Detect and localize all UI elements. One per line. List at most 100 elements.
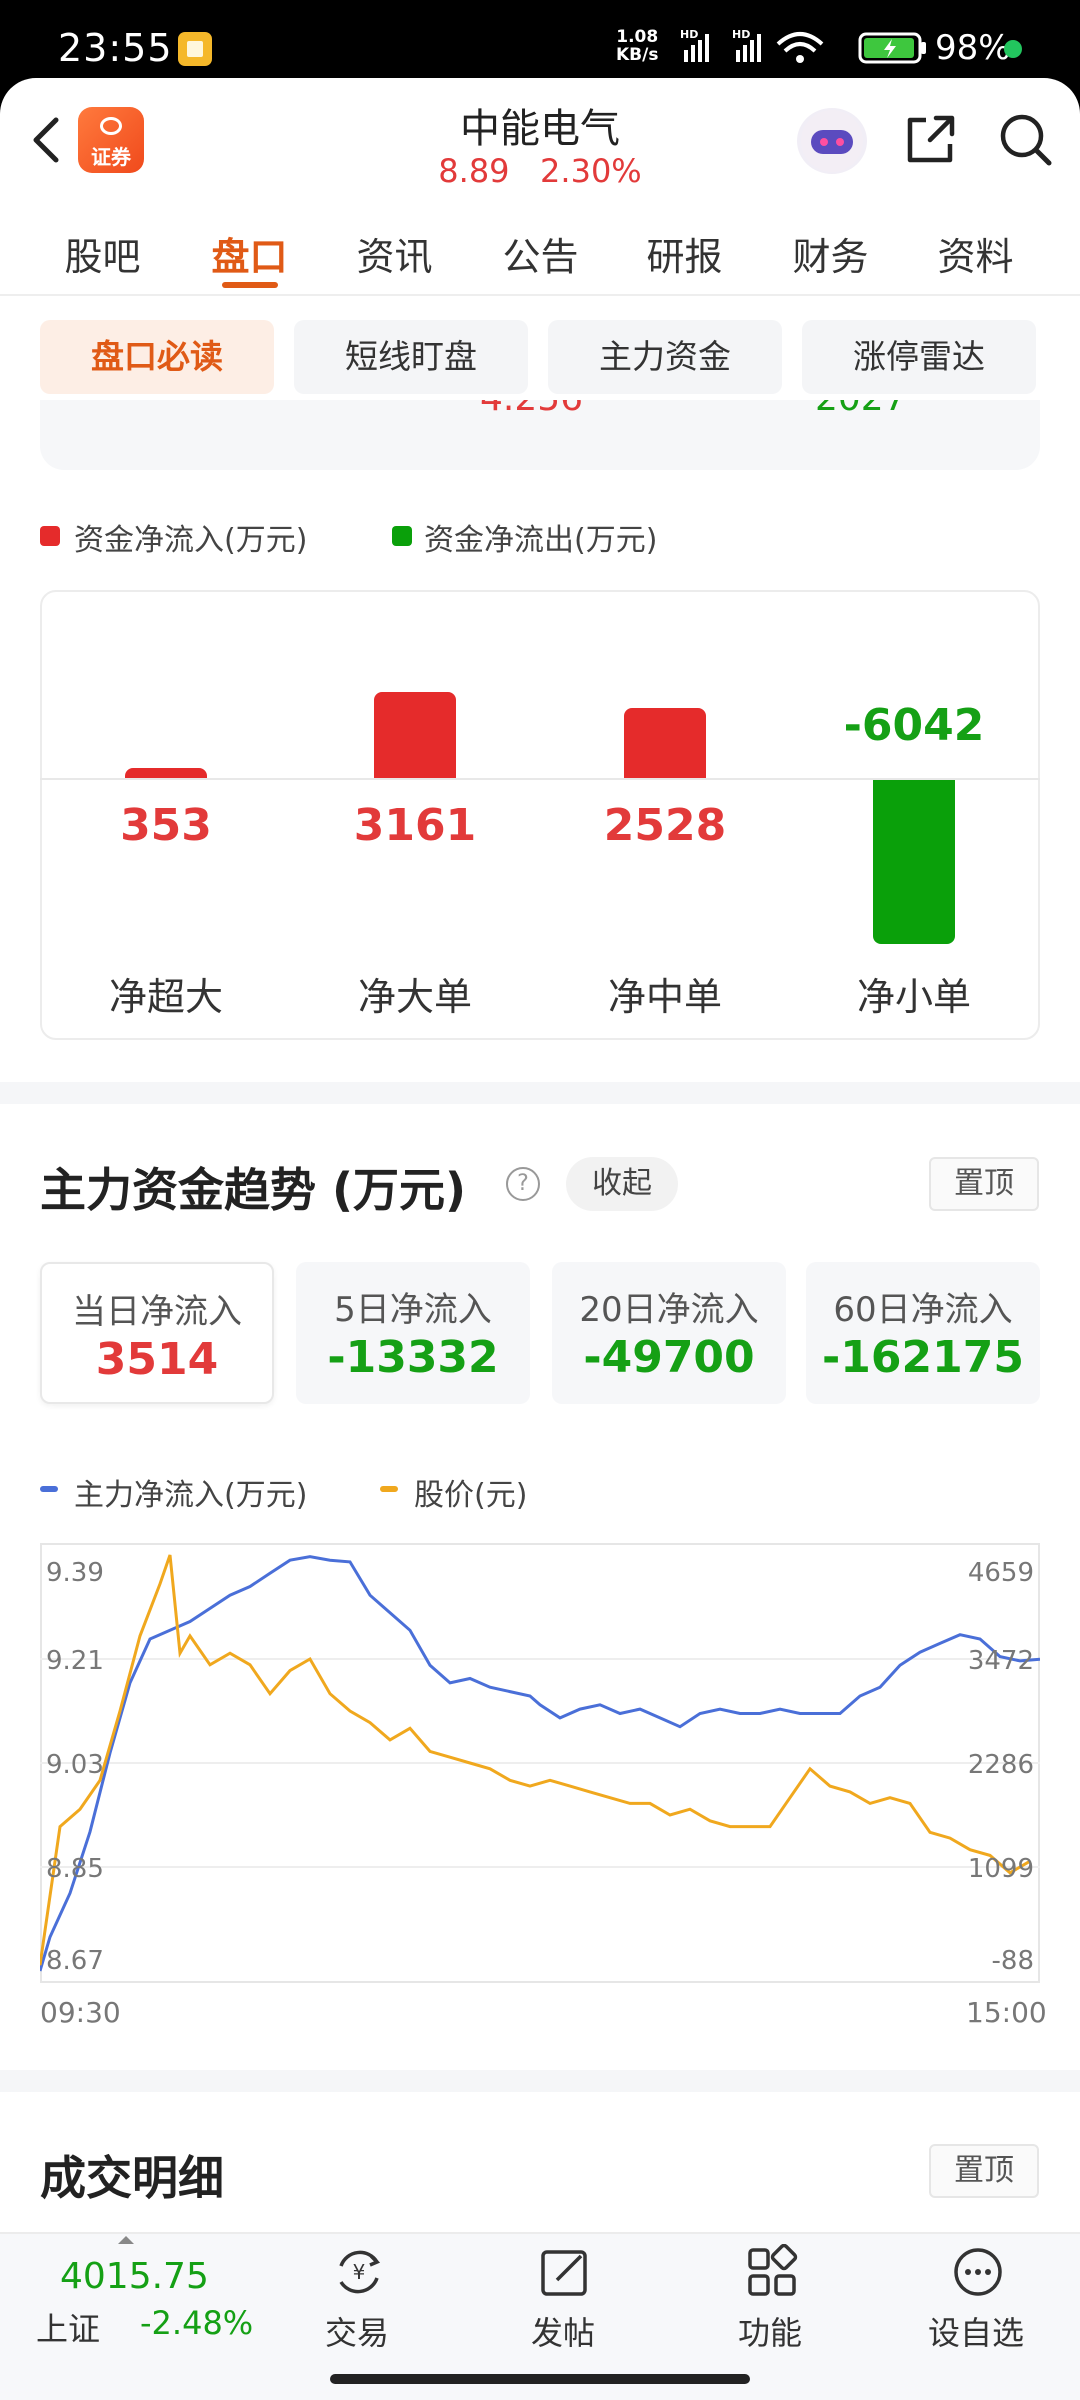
chart-ticks: 9.39 4659 9.21 3472 9.03 2286 8.85 1099 8.67 -88	[46, 1558, 1034, 1976]
left-axis-tick: 9.21	[46, 1646, 104, 1676]
trend-pin-button[interactable]: 置顶	[929, 1157, 1039, 1211]
bar-value-super-large: 353	[120, 800, 212, 851]
svg-text:HD: HD	[680, 28, 698, 41]
deals-pin-button[interactable]: 置顶	[929, 2144, 1039, 2198]
chart-time-end: 15:00	[966, 1996, 1047, 2029]
stat-label: 当日净流入	[72, 1292, 242, 1332]
chart-time-start: 09:30	[40, 1996, 121, 2029]
flow-line-legend-swatch	[40, 1486, 58, 1492]
svg-text:¥: ¥	[353, 2260, 366, 2284]
partial-value-b: 2027	[815, 400, 907, 419]
nav-functions-label: 功能	[737, 2314, 802, 2352]
trend-title: 主力资金趋势 (万元)	[40, 1163, 467, 1217]
inflow-legend-label: 资金净流入(万元)	[74, 523, 308, 558]
tab-bar: 股吧 盘口 资讯 公告 研报 财务 资料	[0, 204, 1080, 296]
notification-icon	[178, 32, 212, 66]
nav-watchlist[interactable]: 设自选	[906, 2240, 1046, 2360]
price-line-legend-label: 股价(元)	[414, 1478, 528, 1513]
stat-20day[interactable]: 20日净流入 -49700	[552, 1262, 786, 1404]
stat-label: 5日净流入	[334, 1290, 492, 1330]
grid-icon	[748, 2244, 798, 2296]
tab-announcements[interactable]: 公告	[468, 226, 613, 281]
back-icon[interactable]	[22, 110, 72, 170]
network-speed: 1.08 KB/s	[616, 28, 658, 64]
stat-label: 60日净流入	[833, 1290, 1013, 1330]
outflow-legend-label: 资金净流出(万元)	[424, 523, 658, 558]
stock-name: 中能电气	[460, 106, 620, 152]
stat-60day[interactable]: 60日净流入 -162175	[806, 1262, 1040, 1404]
trade-icon: ¥	[339, 2250, 381, 2294]
stat-value: -13332	[327, 1332, 499, 1383]
logo-mark-icon	[100, 117, 122, 135]
post-icon	[541, 2250, 587, 2296]
section-divider	[0, 2070, 1080, 2092]
battery-icon	[858, 32, 926, 64]
index-change[interactable]: -2.48%	[140, 2304, 253, 2342]
fund-trend-chart[interactable]: 9.39 4659 9.21 3472 9.03 2286 8.85 1099 8.67 -88	[40, 1543, 1040, 1983]
right-axis-tick: -88	[992, 1946, 1034, 1976]
nav-functions[interactable]: 功能	[700, 2240, 840, 2360]
signal-icon: HD HD	[680, 28, 824, 63]
status-time: 23:55	[58, 26, 173, 70]
bar-label-small: 净小单	[856, 975, 971, 1019]
bar-large	[374, 692, 456, 778]
stock-quote: 8.89 2.30%	[340, 152, 740, 190]
logo-text: 证券	[91, 145, 131, 169]
stat-today[interactable]: 当日净流入 3514	[40, 1262, 274, 1404]
home-indicator[interactable]	[330, 2374, 750, 2384]
tab-active-indicator	[222, 282, 278, 288]
bar-value-large: 3161	[353, 800, 477, 851]
left-axis-tick: 9.03	[46, 1750, 104, 1780]
partial-value-a: 4.256	[480, 400, 583, 419]
speed-value: 1.08	[616, 27, 659, 47]
tab-profile[interactable]: 资料	[903, 226, 1048, 281]
nav-watchlist-label: 设自选	[927, 2314, 1024, 2352]
search-icon[interactable]	[996, 110, 1056, 170]
tab-pankou[interactable]: 盘口	[177, 226, 322, 281]
index-name[interactable]: 上证	[36, 2304, 100, 2350]
section-divider	[0, 1082, 1080, 1104]
stat-value: -162175	[822, 1332, 1024, 1383]
bar-value-small: -6042	[843, 700, 985, 751]
stock-change-pct: 2.30%	[540, 152, 642, 190]
bar-label-medium: 净中单	[607, 975, 722, 1019]
privacy-dot	[1004, 40, 1022, 58]
stock-price: 8.89	[438, 152, 510, 190]
help-icon[interactable]: ?	[506, 1167, 540, 1201]
share-icon[interactable]	[900, 110, 960, 170]
right-axis-tick: 2286	[968, 1750, 1034, 1780]
collapse-button[interactable]: 收起	[566, 1157, 678, 1211]
chip-main-funds[interactable]: 主力资金	[548, 320, 782, 394]
app-logo[interactable]: 证券	[78, 107, 144, 173]
index-value[interactable]: 4015.75	[60, 2256, 209, 2297]
bar-medium	[624, 708, 706, 778]
right-axis-tick: 4659	[968, 1558, 1034, 1588]
deals-title: 成交明细	[40, 2151, 224, 2205]
tab-guba[interactable]: 股吧	[30, 226, 175, 281]
tab-finance[interactable]: 财务	[758, 226, 903, 281]
ai-assistant-icon[interactable]	[797, 108, 867, 174]
inflow-legend-swatch	[40, 526, 60, 546]
right-axis-tick: 1099	[968, 1854, 1034, 1884]
bar-small	[873, 780, 955, 944]
tab-news[interactable]: 资讯	[322, 226, 467, 281]
stat-label: 20日净流入	[579, 1290, 759, 1330]
stat-5day[interactable]: 5日净流入 -13332	[296, 1262, 530, 1404]
nav-post-label: 发帖	[530, 2314, 595, 2352]
chip-limit-up-radar[interactable]: 涨停雷达	[802, 320, 1036, 394]
chip-must-read[interactable]: 盘口必读	[40, 320, 274, 394]
chip-short-term[interactable]: 短线盯盘	[294, 320, 528, 394]
price-line-legend-swatch	[380, 1486, 398, 1492]
left-axis-tick: 8.67	[46, 1946, 104, 1976]
chart-grid	[40, 1543, 1040, 1983]
tab-research[interactable]: 研报	[612, 226, 757, 281]
nav-post[interactable]: 发帖	[493, 2240, 633, 2360]
price-series-line	[40, 1554, 1031, 1966]
stat-value: 3514	[95, 1334, 219, 1385]
left-axis-tick: 9.39	[46, 1558, 104, 1588]
index-expand-icon[interactable]	[116, 2234, 136, 2246]
flow-line-legend-label: 主力净流入(万元)	[74, 1478, 308, 1513]
bar-value-medium: 2528	[603, 800, 727, 851]
bar-label-super-large: 净超大	[108, 975, 223, 1019]
nav-trade[interactable]: ¥ 交易	[287, 2240, 427, 2360]
